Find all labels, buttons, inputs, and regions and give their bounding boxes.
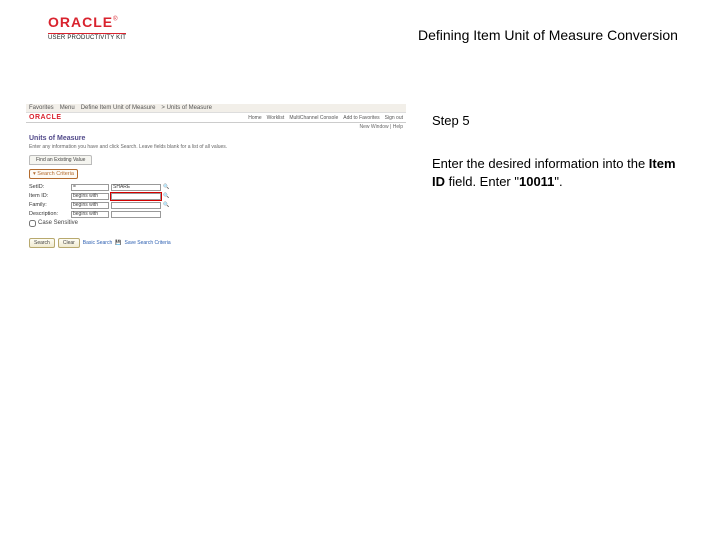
brand-underline: [48, 33, 126, 34]
app-header: ORACLE Home Worklist MultiChannel Consol…: [26, 113, 406, 123]
brand-logo: ORACLE® USER PRODUCTIVITY KIT: [48, 14, 126, 41]
link-home[interactable]: Home: [248, 115, 261, 121]
lookup-icon[interactable]: 🔍: [163, 202, 170, 209]
input-setid[interactable]: SHARE: [111, 184, 161, 191]
instruction-mid: field. Enter ": [445, 174, 519, 189]
nav-favorites[interactable]: Favorites: [29, 105, 54, 111]
app-header-links: Home Worklist MultiChannel Console Add t…: [248, 115, 403, 121]
lookup-icon[interactable]: 🔍: [163, 193, 170, 200]
brand-wordmark: ORACLE: [48, 14, 113, 30]
link-multichannel[interactable]: MultiChannel Console: [289, 115, 338, 121]
save-search-link[interactable]: Save Search Criteria: [125, 240, 171, 246]
button-row: Search Clear Basic Search 💾 Save Search …: [26, 236, 406, 250]
row-setid: SetID: = SHARE 🔍: [29, 183, 403, 191]
label-setid: SetID:: [29, 184, 69, 190]
search-criteria-legend: ▾ Search Criteria: [29, 169, 78, 179]
app-brand: ORACLE: [29, 114, 62, 121]
row-description: Description: begins with: [29, 210, 403, 218]
tab-find-existing[interactable]: Find an Existing Value: [29, 155, 92, 165]
instruction-tail: ".: [554, 174, 562, 189]
label-case-sensitive: Case Sensitive: [38, 220, 78, 226]
instruction-lead: Enter the desired information into the: [432, 156, 649, 171]
label-description: Description:: [29, 211, 69, 217]
op-setid[interactable]: =: [71, 184, 109, 191]
label-itemid: Item ID:: [29, 193, 69, 199]
input-description[interactable]: [111, 211, 161, 218]
op-itemid[interactable]: begins with: [71, 193, 109, 200]
trademark-symbol: ®: [113, 17, 117, 23]
search-form: SetID: = SHARE 🔍 Item ID: begins with 🔍 …: [26, 181, 406, 230]
app-screenshot: Favorites Menu Define Item Unit of Measu…: [26, 104, 406, 274]
basic-search-link[interactable]: Basic Search: [83, 240, 112, 246]
checkbox-case-sensitive[interactable]: [29, 220, 36, 227]
nav-breadcrumb: Define Item Unit of Measure: [81, 105, 156, 111]
link-signout[interactable]: Sign out: [385, 115, 403, 121]
row-itemid: Item ID: begins with 🔍: [29, 192, 403, 200]
lookup-icon[interactable]: 🔍: [163, 184, 170, 191]
label-family: Family:: [29, 202, 69, 208]
brand-subtitle: USER PRODUCTIVITY KIT: [48, 35, 126, 41]
save-icon: 💾: [115, 240, 121, 246]
legend-text: Search Criteria: [37, 171, 74, 177]
section-description: Enter any information you have and click…: [26, 144, 406, 153]
link-addfav[interactable]: Add to Favorites: [343, 115, 379, 121]
page-title: Defining Item Unit of Measure Conversion: [418, 27, 678, 43]
input-family[interactable]: [111, 202, 161, 209]
row-family: Family: begins with 🔍: [29, 201, 403, 209]
input-itemid[interactable]: [111, 193, 161, 200]
step-label: Step 5: [432, 113, 470, 128]
app-subheader[interactable]: New Window | Help: [26, 123, 406, 131]
nav-path: > Units of Measure: [161, 105, 212, 111]
op-family[interactable]: begins with: [71, 202, 109, 209]
section-title: Units of Measure: [26, 131, 406, 144]
link-worklist[interactable]: Worklist: [267, 115, 285, 121]
op-description[interactable]: begins with: [71, 211, 109, 218]
search-button[interactable]: Search: [29, 238, 55, 248]
nav-menu[interactable]: Menu: [60, 105, 75, 111]
instruction-value: 10011: [519, 174, 554, 189]
app-breadcrumb-bar: Favorites Menu Define Item Unit of Measu…: [26, 104, 406, 113]
clear-button[interactable]: Clear: [58, 238, 80, 248]
row-case: Case Sensitive: [29, 219, 403, 227]
instruction-text: Enter the desired information into the I…: [432, 155, 692, 190]
tab-row: Find an Existing Value: [26, 153, 406, 167]
